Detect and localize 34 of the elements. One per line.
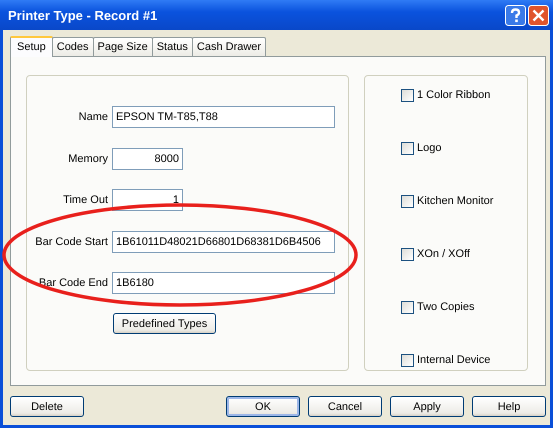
tab[interactable]: Setup: [10, 36, 53, 57]
checkbox[interactable]: [401, 194, 414, 208]
checkbox[interactable]: [401, 300, 414, 314]
tab[interactable]: Status: [152, 37, 193, 56]
checkbox-label: Two Copies: [417, 301, 474, 313]
tab[interactable]: Cash Drawer: [192, 37, 266, 56]
dialog-button[interactable]: Cancel: [308, 396, 382, 417]
window-title: Printer Type - Record #1: [8, 8, 158, 22]
help-button[interactable]: [505, 4, 526, 26]
checkbox[interactable]: [401, 142, 414, 154]
checkbox-label: Kitchen Monitor: [417, 195, 494, 207]
dialog-button[interactable]: Delete: [10, 396, 84, 417]
field-label: Name: [78, 111, 108, 123]
checkbox-label: 1 Color Ribbon: [417, 89, 490, 101]
input-field[interactable]: 1B6180: [112, 272, 335, 294]
tab[interactable]: Codes: [52, 37, 94, 56]
input-field[interactable]: 8000: [112, 148, 183, 170]
input-field[interactable]: 1B61011D48021D66801D68381D6B4506: [112, 230, 335, 252]
dialog-button[interactable]: OK: [226, 396, 300, 417]
checkbox[interactable]: [401, 354, 414, 366]
field-label: Time Out: [63, 194, 108, 206]
dialog-button[interactable]: Help: [472, 396, 546, 417]
checkbox[interactable]: [401, 248, 414, 260]
checkbox-label: XOn / XOff: [417, 248, 470, 260]
predefined-types-button[interactable]: Predefined Types: [113, 313, 216, 334]
close-button[interactable]: [528, 4, 549, 26]
tab[interactable]: Page Size: [92, 37, 153, 56]
input-field[interactable]: EPSON TM-T85,T88: [112, 106, 335, 128]
checkbox[interactable]: [401, 88, 414, 102]
field-label: Bar Code Start: [35, 236, 108, 248]
field-label: Memory: [68, 152, 108, 164]
checkbox-label: Logo: [417, 142, 442, 154]
dialog-button[interactable]: Apply: [390, 396, 464, 417]
checkbox-label: Internal Device: [417, 354, 490, 366]
